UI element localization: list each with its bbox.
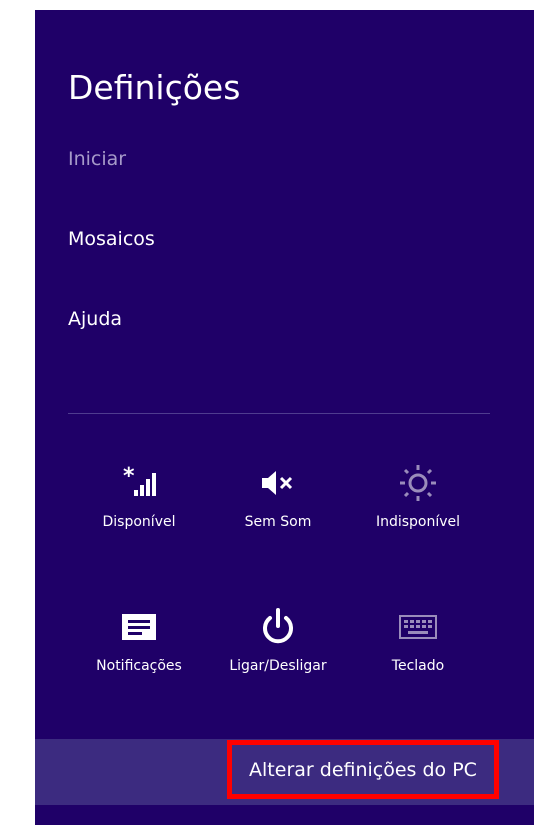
keyboard-tile-label: Teclado [391,658,445,674]
brightness-icon [358,459,478,507]
divider [68,413,490,414]
settings-charm-panel: Definições Iniciar Mosaicos Ajuda * Disp… [35,10,534,825]
svg-text:*: * [123,466,135,489]
keyboard-icon [358,603,478,651]
menu-item-mosaicos[interactable]: Mosaicos [68,228,155,250]
power-icon [218,603,338,651]
keyboard-tile[interactable]: Teclado [358,603,478,703]
network-tile-label: Disponível [102,514,176,530]
menu-item-ajuda[interactable]: Ajuda [68,308,122,330]
notifications-tile-label: Notificações [96,658,182,674]
power-tile-label: Ligar/Desligar [229,658,327,674]
footer-bar: Alterar definições do PC [35,739,534,805]
volume-tile[interactable]: Sem Som [218,459,338,559]
notifications-tile[interactable]: Notificações [79,603,199,703]
power-tile[interactable]: Ligar/Desligar [218,603,338,703]
volume-tile-label: Sem Som [244,514,312,530]
change-pc-settings-link[interactable]: Alterar definições do PC [227,740,499,799]
network-tile[interactable]: * Disponível [79,459,199,559]
notifications-icon [79,603,199,651]
menu-item-iniciar[interactable]: Iniciar [68,148,126,170]
network-icon: * [79,459,199,507]
page-title: Definições [68,68,241,107]
brightness-tile[interactable]: Indisponível [358,459,478,559]
brightness-tile-label: Indisponível [375,514,461,530]
volume-muted-icon [218,459,338,507]
